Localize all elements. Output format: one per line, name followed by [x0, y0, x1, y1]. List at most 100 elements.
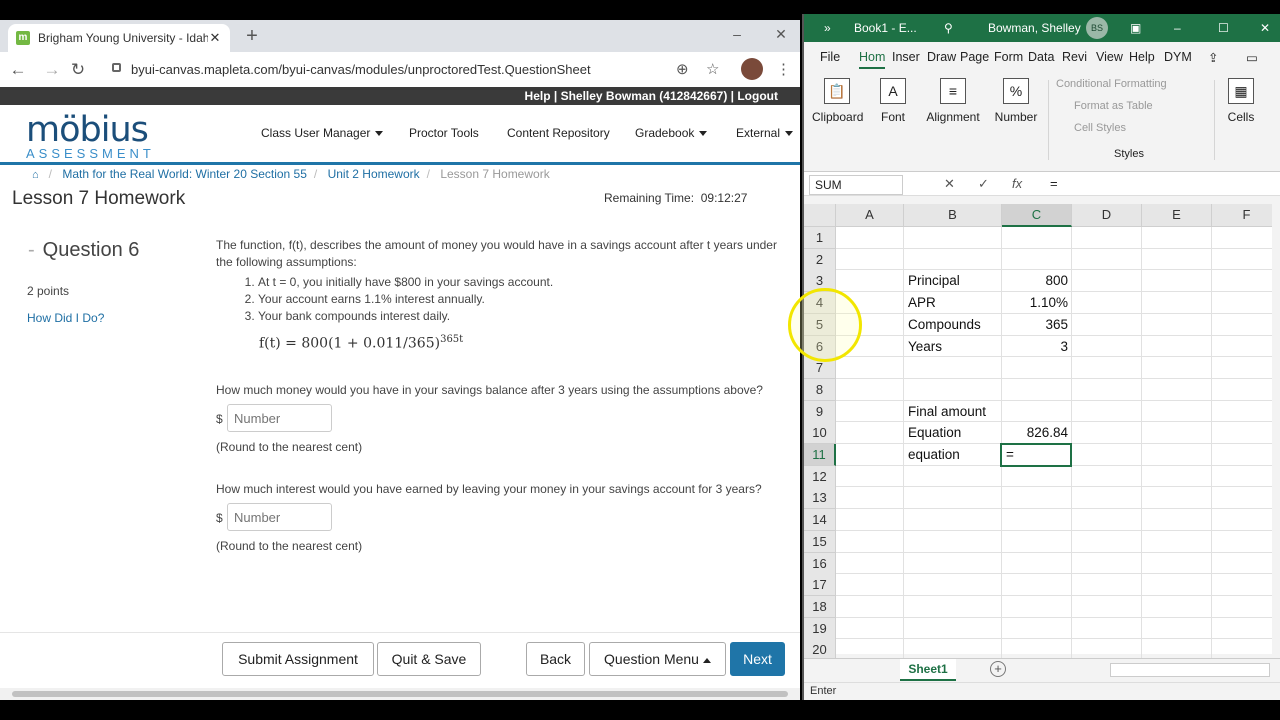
cell-b11[interactable]: equation [908, 444, 998, 466]
zoom-icon[interactable]: ⊕ [676, 60, 689, 78]
cell-c4[interactable]: 1.10% [1006, 292, 1068, 314]
menu-formulas[interactable]: Form [994, 50, 1023, 64]
menu-review[interactable]: Revi [1062, 50, 1087, 64]
menu-data[interactable]: Data [1028, 50, 1054, 64]
next-button[interactable]: Next [730, 642, 785, 676]
menu-content-repository[interactable]: Content Repository [507, 126, 610, 140]
clipboard-group[interactable]: 📋 Clipboard [812, 78, 863, 124]
cell-b9[interactable]: Final amount [908, 401, 998, 423]
row-header[interactable]: 17 [804, 574, 836, 597]
cell-b4[interactable]: APR [908, 292, 998, 314]
expand-icon[interactable]: » [824, 21, 831, 35]
row-header[interactable]: 10 [804, 422, 836, 445]
back-button[interactable]: Back [526, 642, 585, 676]
row-header[interactable]: 9 [804, 400, 836, 423]
breadcrumb-unit[interactable]: Unit 2 Homework [328, 167, 420, 181]
formula-input[interactable]: = [1050, 176, 1058, 191]
menu-view[interactable]: View [1096, 50, 1123, 64]
reload-icon[interactable]: ↻ [68, 60, 88, 80]
new-tab-icon[interactable]: + [243, 25, 261, 48]
submit-assignment-button[interactable]: Submit Assignment [222, 642, 374, 676]
home-icon[interactable]: ⌂ [32, 169, 39, 181]
add-sheet-icon[interactable]: + [990, 661, 1006, 677]
answer-2-input[interactable] [227, 503, 332, 531]
select-all-corner[interactable] [804, 204, 836, 227]
column-header-a[interactable]: A [836, 204, 904, 227]
sheet-tab[interactable]: Sheet1 [900, 659, 956, 681]
cell-c11[interactable]: = [1006, 444, 1068, 466]
column-header-c[interactable]: C [1002, 204, 1072, 227]
row-header[interactable]: 13 [804, 487, 836, 510]
row-header[interactable]: 11 [804, 444, 836, 466]
cell-b5[interactable]: Compounds [908, 314, 998, 336]
menu-insert[interactable]: Inser [892, 50, 920, 64]
search-icon[interactable]: ⚲ [944, 21, 953, 35]
share-icon[interactable]: ⇪ [1208, 50, 1218, 65]
minimize-icon[interactable]: – [1174, 21, 1181, 35]
browser-menu-icon[interactable]: ⋮ [776, 60, 791, 78]
spreadsheet-grid[interactable]: A B C D E F 1 2 3 4 5 6 7 8 9 10 11 12 13 14 15 16 17 18 1… [804, 204, 1280, 662]
row-header[interactable]: 14 [804, 509, 836, 532]
menu-page[interactable]: Page [960, 50, 989, 64]
column-header-f[interactable]: F [1212, 204, 1280, 227]
menu-file[interactable]: File [820, 50, 840, 64]
column-header-b[interactable]: B [904, 204, 1002, 227]
cell-b6[interactable]: Years [908, 336, 998, 358]
menu-dym[interactable]: DYM [1164, 50, 1192, 64]
profile-avatar[interactable] [741, 58, 763, 80]
question-menu-button[interactable]: Question Menu [589, 642, 726, 676]
row-header[interactable]: 2 [804, 248, 836, 271]
menu-gradebook[interactable]: Gradebook [635, 126, 708, 140]
menu-external[interactable]: External [736, 126, 794, 140]
mobius-topbar[interactable]: Help | Shelley Bowman (412842667) | Logo… [0, 87, 800, 105]
menu-home[interactable]: Hom [859, 50, 886, 69]
horizontal-scrollbar[interactable] [1110, 663, 1270, 677]
menu-help[interactable]: Help [1129, 50, 1155, 64]
page-scrollbar[interactable] [0, 688, 800, 700]
minimize-icon[interactable]: – [722, 20, 752, 52]
close-tab-icon[interactable]: ✕ [208, 30, 222, 46]
menu-proctor-tools[interactable]: Proctor Tools [409, 126, 479, 140]
user-avatar[interactable]: BS [1086, 17, 1108, 39]
close-window-icon[interactable]: ✕ [766, 20, 796, 52]
row-header[interactable]: 19 [804, 617, 836, 640]
cell-b3[interactable]: Principal [908, 270, 998, 292]
menu-draw[interactable]: Draw [927, 50, 956, 64]
cell-styles-button[interactable]: Cell Styles [1074, 122, 1126, 134]
cancel-icon[interactable]: ✕ [944, 176, 955, 192]
maximize-icon[interactable]: ☐ [1218, 21, 1229, 35]
enter-icon[interactable]: ✓ [978, 176, 989, 192]
menu-class-user-manager[interactable]: Class User Manager [261, 126, 384, 140]
vertical-scrollbar[interactable] [1272, 204, 1280, 658]
row-header[interactable]: 15 [804, 530, 836, 553]
comments-icon[interactable]: ▭ [1246, 50, 1258, 65]
conditional-formatting-button[interactable]: Conditional Formatting [1056, 78, 1167, 90]
back-arrow-icon[interactable]: ← [8, 60, 28, 80]
row-header[interactable]: 16 [804, 552, 836, 575]
cell-c6[interactable]: 3 [1006, 336, 1068, 358]
fx-icon[interactable]: fx [1012, 176, 1022, 191]
cell-b10[interactable]: Equation [908, 422, 998, 444]
bookmark-star-icon[interactable]: ☆ [706, 60, 719, 78]
column-header-e[interactable]: E [1142, 204, 1212, 227]
forward-arrow-icon[interactable]: → [42, 60, 62, 80]
format-as-table-button[interactable]: Format as Table [1074, 100, 1153, 112]
close-icon[interactable]: ✕ [1260, 21, 1270, 35]
cell-c3[interactable]: 800 [1006, 270, 1068, 292]
cell-c5[interactable]: 365 [1006, 314, 1068, 336]
breadcrumb-course[interactable]: Math for the Real World: Winter 20 Secti… [62, 167, 307, 181]
address-bar[interactable]: byui-canvas.mapleta.com/byui-canvas/modu… [131, 62, 591, 77]
row-header[interactable]: 1 [804, 227, 836, 249]
quit-save-button[interactable]: Quit & Save [377, 642, 481, 676]
how-did-i-do-link[interactable]: How Did I Do? [27, 311, 104, 325]
font-group[interactable]: A Font [878, 78, 908, 124]
alignment-group[interactable]: ≡ Alignment [924, 78, 982, 124]
column-header-d[interactable]: D [1072, 204, 1142, 227]
row-header[interactable]: 12 [804, 465, 836, 488]
row-header[interactable]: 8 [804, 378, 836, 401]
name-box[interactable]: SUM [809, 175, 903, 195]
cells-group[interactable]: ▦ Cells [1224, 78, 1258, 124]
number-group[interactable]: % Number [992, 78, 1040, 124]
cell-c10[interactable]: 826.84 [1006, 422, 1068, 444]
browser-tab[interactable]: m Brigham Young University - Idaho ✕ [8, 24, 230, 52]
